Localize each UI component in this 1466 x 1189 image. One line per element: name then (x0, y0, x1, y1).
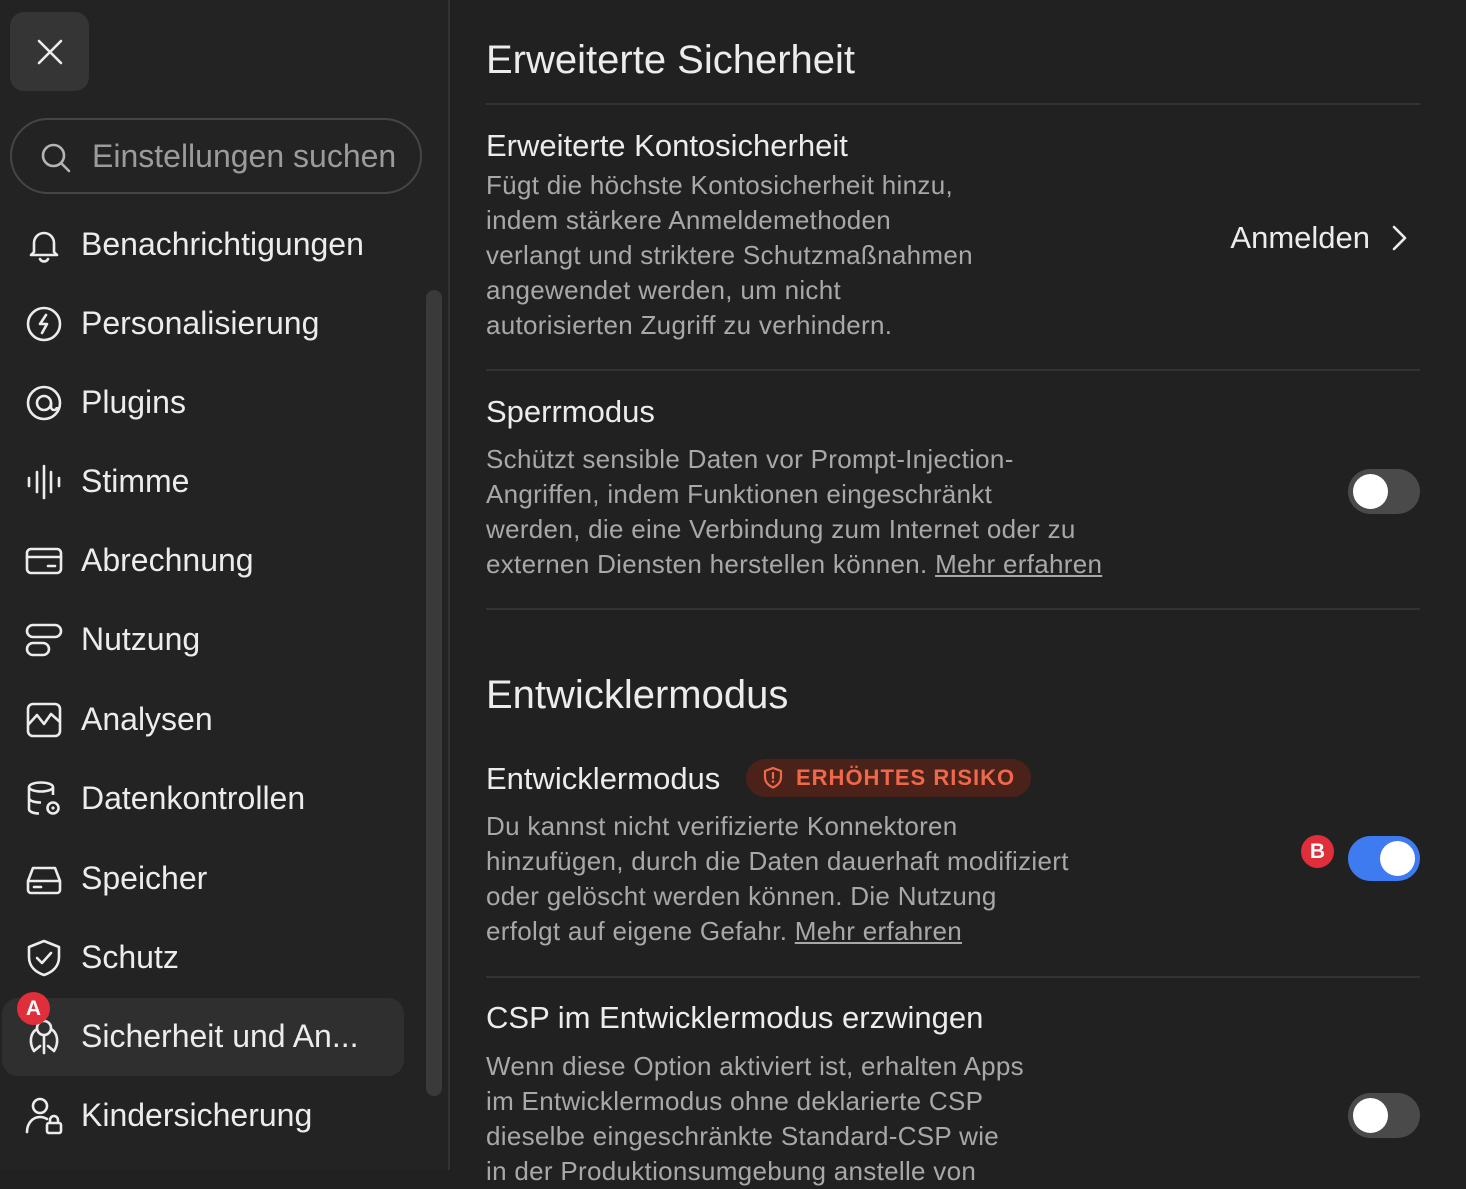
desc-line: indem stärkere Anmeldemethoden (486, 205, 892, 235)
setting-desc-sperrmodus: Schützt sensible Daten vor Prompt-Inject… (486, 442, 1166, 582)
sidebar-item-label: Nutzung (81, 620, 201, 657)
sidebar-item-label: Plugins (81, 383, 186, 420)
close-icon (37, 39, 62, 64)
sidebar-item-label: Stimme (81, 462, 190, 499)
warning-shield-icon (763, 766, 783, 789)
desc-line: oder gelöscht werden können. Die Nutzung (486, 881, 997, 911)
risk-badge: ERHÖHTES RISIKO (746, 759, 1032, 797)
credit-card-icon (25, 547, 63, 575)
sperrmodus-toggle[interactable] (1348, 469, 1420, 514)
setting-title-kontosicherheit: Erweiterte Kontosicherheit (486, 128, 848, 163)
risk-badge-label: ERHÖHTES RISIKO (796, 765, 1016, 790)
sidebar-item-abrechnung[interactable]: Abrechnung (2, 522, 404, 600)
desc-line: erfolgt auf eigene Gefahr. Mehr erfahren (486, 914, 1166, 949)
setting-desc-kontosicherheit: Fügt die höchste Kontosicherheit hinzu, … (486, 168, 1046, 343)
sidebar-item-datenkontrollen[interactable]: Datenkontrollen (2, 760, 404, 838)
close-button[interactable] (10, 12, 89, 91)
sidebar-item-label: Kindersicherung (81, 1096, 313, 1133)
desc-line: verlangt und striktere Schutzmaßnahmen (486, 240, 973, 270)
desc-line: Schützt sensible Daten vor Prompt-Inject… (486, 444, 1014, 474)
search-input[interactable] (92, 134, 412, 178)
section-title-erweiterte-sicherheit: Erweiterte Sicherheit (486, 38, 856, 82)
search-icon (41, 143, 71, 173)
divider (486, 369, 1420, 371)
sidebar-item-nutzung[interactable]: Nutzung (2, 601, 404, 679)
sidebar-item-speicher[interactable]: Speicher (2, 840, 404, 918)
chevron-right-icon (1392, 225, 1407, 251)
anmelden-button[interactable]: Anmelden (1230, 220, 1414, 256)
sidebar-item-label: Schutz (81, 938, 179, 975)
analytics-icon (26, 702, 62, 738)
desc-line: in der Produktionsumgebung anstelle von (486, 1156, 977, 1186)
section-title-entwicklermodus: Entwicklermodus (486, 673, 789, 717)
parental-control-icon (25, 1097, 63, 1135)
marker-a-badge: A (17, 992, 50, 1025)
desc-line-text: externen Diensten herstellen können. (486, 549, 928, 579)
settings-search[interactable] (10, 118, 422, 194)
sidebar-item-kindersicherung[interactable]: Kindersicherung (2, 1077, 404, 1155)
sidebar-item-stimme[interactable]: Stimme (2, 443, 404, 521)
plugins-icon (26, 385, 62, 421)
shield-check-icon (27, 939, 61, 977)
setting-desc-csp: Wenn diese Option aktiviert ist, erhalte… (486, 1049, 1106, 1189)
setting-title-sperrmodus: Sperrmodus (486, 394, 655, 429)
desc-line: werden, die eine Verbindung zum Internet… (486, 514, 1076, 544)
sidebar-item-benachrichtigungen[interactable]: Benachrichtigungen (2, 206, 404, 284)
sidebar-item-label: Abrechnung (81, 541, 254, 578)
desc-line: angewendet werden, um nicht (486, 275, 841, 305)
sidebar-item-label: Personalisierung (81, 304, 320, 341)
sidebar-item-label: Speicher (81, 859, 208, 896)
toggle-knob (1353, 474, 1388, 509)
sidebar-item-sicherheit[interactable]: Sicherheit und An... (2, 998, 404, 1076)
sidebar-item-label: Sicherheit und An... (81, 1017, 359, 1054)
sidebar-item-personalisierung[interactable]: Personalisierung (2, 285, 404, 363)
sidebar-item-plugins[interactable]: Plugins (2, 364, 404, 442)
toggle-knob (1380, 841, 1415, 876)
csp-toggle[interactable] (1348, 1093, 1420, 1138)
desc-line: Wenn diese Option aktiviert ist, erhalte… (486, 1051, 1024, 1081)
personalization-icon (26, 306, 62, 342)
sidebar-scrollbar[interactable] (426, 290, 442, 1096)
desc-line: im Entwicklermodus ohne deklarierte CSP (486, 1086, 984, 1116)
setting-title-entwicklermodus: Entwicklermodus (486, 761, 721, 796)
sidebar-item-label: Analysen (81, 700, 213, 737)
settings-content: Erweiterte Sicherheit Erweiterte Kontosi… (486, 0, 1420, 1186)
setting-title-csp: CSP im Entwicklermodus erzwingen (486, 1000, 984, 1035)
entwicklermodus-toggle[interactable] (1348, 836, 1420, 881)
setting-desc-entwicklermodus: Du kannst nicht verifizierte Konnektoren… (486, 809, 1166, 949)
desc-line: hinzufügen, durch die Daten dauerhaft mo… (486, 846, 1069, 876)
divider (486, 976, 1420, 978)
sidebar-item-schutz[interactable]: Schutz (2, 919, 404, 997)
divider (486, 103, 1420, 105)
sidebar-item-label: Datenkontrollen (81, 779, 306, 816)
desc-line: externen Diensten herstellen können. Meh… (486, 547, 1166, 582)
anmelden-label: Anmelden (1230, 220, 1370, 255)
desc-line: Fügt die höchste Kontosicherheit hinzu, (486, 170, 953, 200)
toggle-knob (1353, 1098, 1388, 1133)
database-gear-icon (27, 781, 60, 815)
divider (486, 608, 1420, 610)
desc-line-text: erfolgt auf eigene Gefahr. (486, 916, 788, 946)
sidebar-item-analysen[interactable]: Analysen (2, 681, 404, 759)
usage-icon (25, 623, 63, 657)
sidebar-item-label: Benachrichtigungen (81, 225, 364, 262)
bell-icon (29, 231, 59, 263)
desc-line: Du kannst nicht verifizierte Konnektoren (486, 811, 958, 841)
desc-line: autorisierten Zugriff zu verhindern. (486, 310, 893, 340)
desc-line: Angriffen, indem Funktionen eingeschränk… (486, 479, 993, 509)
mehr-erfahren-link[interactable]: Mehr erfahren (795, 916, 962, 946)
marker-b-badge: B (1301, 835, 1334, 868)
voice-icon (27, 464, 61, 500)
mehr-erfahren-link[interactable]: Mehr erfahren (935, 549, 1102, 579)
storage-icon (26, 866, 62, 895)
settings-sidebar: Benachrichtigungen Personalisierung Plug… (0, 0, 450, 1170)
desc-line: dieselbe eingeschränkte Standard-CSP wie (486, 1121, 1000, 1151)
